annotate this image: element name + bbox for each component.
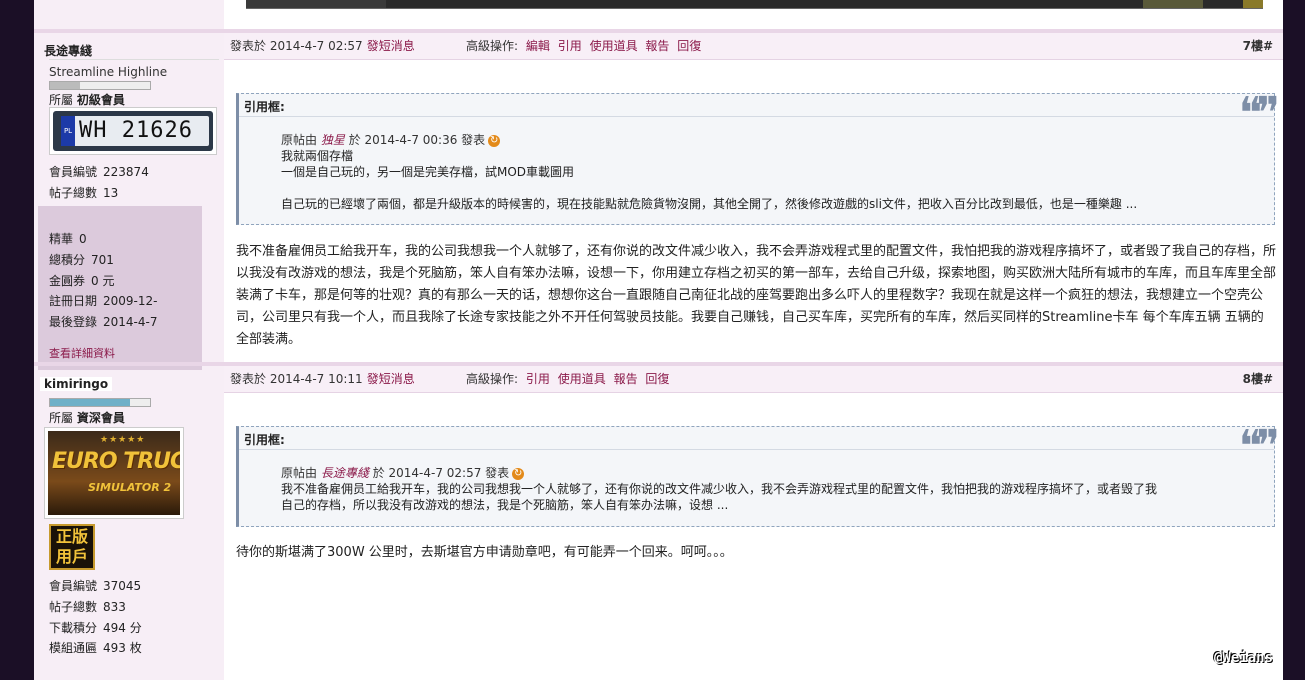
download-points: 下載積分 494 分: [49, 621, 142, 635]
mod-medals: 模組通匾 493 枚: [49, 641, 142, 655]
post-count: 帖子總數 833: [49, 600, 126, 614]
use-item-link[interactable]: 使用道具: [558, 372, 606, 386]
quote-line: 我不准备雇佣员工給我开车，我的公司我想我一个人就够了，还有你说的改文件减少收入，…: [281, 482, 1158, 496]
user-title: Streamline Highline: [49, 65, 168, 79]
quote-title: 引用框:: [244, 433, 285, 447]
goto-post-icon[interactable]: ↻: [488, 134, 501, 147]
rank-progress-fill: [50, 399, 130, 406]
license-plate-image: PL WH 21626: [53, 111, 213, 151]
quote-line: 一個是自己玩的，另一個是完美存檔，試MOD車載圖用: [281, 165, 575, 179]
reply-link[interactable]: 回復: [645, 372, 669, 386]
avatar[interactable]: PL WH 21626: [49, 107, 217, 155]
previous-post-image: [246, 0, 1263, 9]
report-link[interactable]: 報告: [614, 372, 638, 386]
divider: [49, 59, 219, 60]
quote-line: 自己的存档，所以我没有改游戏的想法，我是个死脑筋，笨人自有笨办法嘛，设想 ...: [281, 498, 729, 512]
post-separator: [34, 29, 1283, 33]
quote-meta: 原帖由 独星 於 2014-4-7 00:36 發表 ↻: [281, 133, 501, 147]
use-item-link[interactable]: 使用道具: [590, 39, 638, 53]
genuine-user-badge: 正版用戶: [49, 524, 95, 570]
quote-box: 引用框: ❝❞ 原帖由 長途專綫 於 2014-4-7 02:57 發表 ↻ 我不…: [236, 421, 1280, 527]
divider: [239, 449, 1274, 450]
goto-post-icon[interactable]: ↻: [512, 467, 525, 480]
quote-body: 原帖由 独星 於 2014-4-7 00:36 發表 ↻ 我就兩個存檔 一個是自己…: [281, 132, 1137, 212]
floor-number[interactable]: 7樓#: [1243, 33, 1273, 59]
coins: 金圓券 0 元: [49, 274, 115, 288]
user-group: 所屬 資深會員: [49, 411, 125, 425]
post-body: 我不准备雇佣员工給我开车，我的公司我想我一个人就够了，还有你说的改文件减少收入，…: [236, 244, 1277, 347]
member-id: 會員編號 223874: [49, 165, 149, 179]
stars-icon: ★★★★★: [100, 435, 146, 445]
username[interactable]: kimiringo: [40, 377, 113, 391]
send-message-link[interactable]: 發短消息: [367, 39, 415, 53]
quote-line: 自己玩的已經壞了兩個，都是升級版本的時候害的，現在技能點就危險貨物沒開，其他全開…: [281, 197, 1138, 211]
watermark: @Weians: [1214, 650, 1274, 666]
quote-mark-icon: ❝❞: [1238, 421, 1280, 472]
post-count: 帖子總數 13: [49, 186, 119, 200]
posts-column: 發表於 2014-4-7 02:57 發短消息 高級操作: 編輯 引用 使用道具 …: [34, 0, 1283, 680]
avatar-title: EURO TRUCK: [52, 449, 180, 474]
quote-link[interactable]: 引用: [558, 39, 582, 53]
view-profile-link[interactable]: 查看詳細資料: [49, 345, 115, 361]
quote-mark-icon: ❝❞: [1238, 88, 1280, 139]
avatar[interactable]: ★★★★★ EURO TRUCK SIMULATOR 2: [44, 427, 184, 519]
avatar-subtitle: SIMULATOR 2: [88, 481, 172, 494]
quote-title: 引用框:: [244, 100, 285, 114]
quote-line: 我就兩個存檔: [281, 149, 354, 163]
quote-box: 引用框: ❝❞ 原帖由 独星 於 2014-4-7 00:36 發表 ↻ 我就兩個…: [236, 88, 1280, 225]
reply-link[interactable]: 回復: [677, 39, 701, 53]
user-sidebar: 長途專綫 Streamline Highline 所屬 初級會員 PL WH 2…: [34, 0, 225, 680]
quote-link[interactable]: 引用: [526, 372, 550, 386]
report-link[interactable]: 報告: [645, 39, 669, 53]
rank-progress-bar: [49, 81, 151, 90]
post-actions: 高級操作: 編輯 引用 使用道具 報告 回復: [466, 39, 702, 53]
user-group: 所屬 初級會員: [49, 93, 125, 107]
post-time: 發表於 2014-4-7 02:57 發短消息: [230, 39, 415, 53]
divider: [239, 116, 1274, 117]
post-header: 發表於 2014-4-7 02:57 發短消息 高級操作: 編輯 引用 使用道具 …: [224, 33, 1283, 60]
quote-line: [281, 180, 1137, 196]
rank-progress-fill: [50, 82, 80, 89]
post-time: 發表於 2014-4-7 10:11 發短消息: [230, 372, 415, 386]
last-login: 最後登錄 2014-4-7: [49, 315, 158, 329]
quote-author[interactable]: 独星: [321, 133, 345, 147]
register-date: 註冊日期 2009-12-: [49, 294, 158, 308]
rank-progress-bar: [49, 398, 151, 407]
post-actions: 高級操作: 引用 使用道具 報告 回復: [466, 372, 670, 386]
essence-count: 精華 0: [49, 232, 87, 246]
send-message-link[interactable]: 發短消息: [367, 372, 415, 386]
username[interactable]: 長途專綫: [44, 42, 92, 59]
post-body: 待你的斯堪满了300W 公里时，去斯堪官方申请勋章吧，有可能弄一个回来。呵呵。。…: [236, 545, 733, 560]
member-id: 會員編號 37045: [49, 579, 142, 593]
floor-number[interactable]: 8樓#: [1243, 366, 1273, 392]
euro-truck-avatar: ★★★★★ EURO TRUCK SIMULATOR 2: [48, 431, 180, 515]
plate-number: WH 21626: [79, 118, 193, 143]
edit-link[interactable]: 編輯: [526, 39, 550, 53]
quote-meta: 原帖由 長途專綫 於 2014-4-7 02:57 發表 ↻: [281, 466, 525, 480]
plate-country: PL: [61, 116, 75, 146]
total-points: 總積分 701: [49, 253, 114, 267]
quote-author[interactable]: 長途專綫: [321, 466, 369, 480]
post-header: 發表於 2014-4-7 10:11 發短消息 高級操作: 引用 使用道具 報告 …: [224, 366, 1283, 393]
quote-body: 原帖由 長途專綫 於 2014-4-7 02:57 發表 ↻ 我不准备雇佣员工給我…: [281, 465, 1157, 513]
forum-thread: 長途專綫 Streamline Highline 所屬 初級會員 PL WH 2…: [34, 0, 1283, 680]
